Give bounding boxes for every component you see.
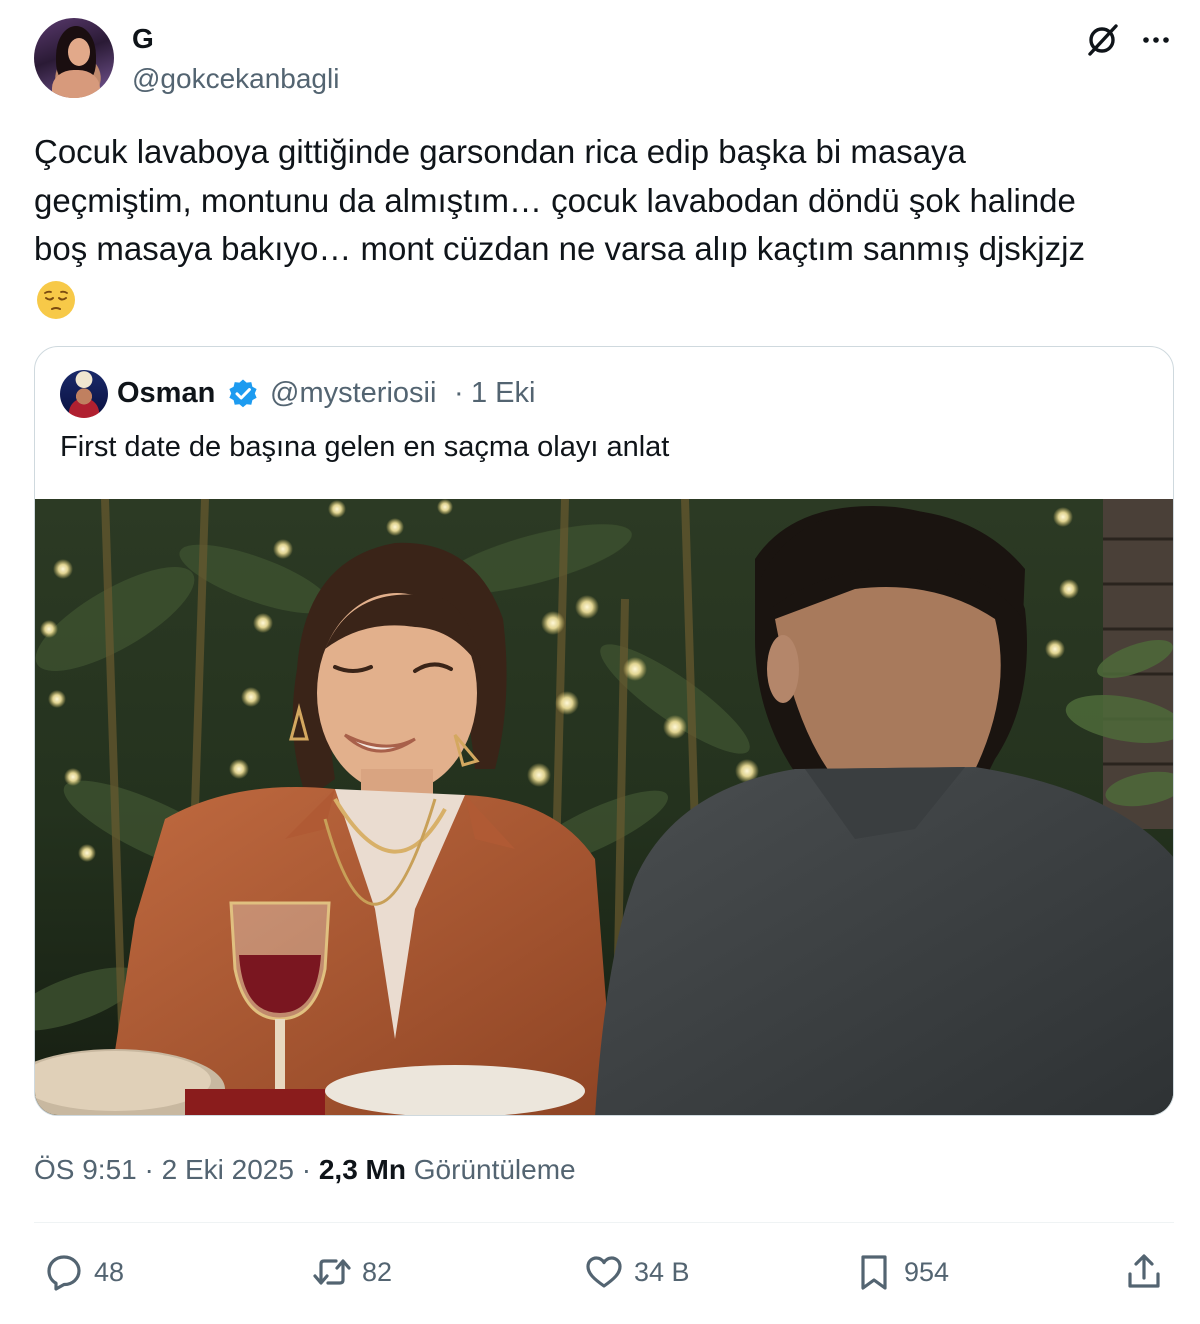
meta-separator: · — [136, 1154, 162, 1185]
meta-separator: · — [293, 1154, 319, 1185]
more-icon[interactable] — [1138, 22, 1174, 58]
pensive-face-emoji — [37, 281, 75, 319]
verified-badge-icon — [229, 379, 257, 408]
tweet-meta: ÖS 9:51 · 2 Eki 2025 · 2,3 Mn Görüntülem… — [34, 1150, 576, 1190]
quoted-author-avatar[interactable] — [60, 370, 108, 418]
tweet-text: Çocuk lavaboya gittiğinde garsondan rica… — [34, 133, 1085, 267]
tweet-date[interactable]: 2 Eki 2025 — [162, 1154, 294, 1185]
avatar-face — [68, 38, 90, 66]
avatar-body — [52, 70, 100, 98]
heart-icon — [586, 1256, 622, 1288]
quoted-date[interactable]: 1 Eki — [471, 375, 535, 411]
bookmark-icon — [861, 1255, 887, 1290]
author-display-name[interactable]: G — [132, 22, 154, 56]
quoted-tweet[interactable]: Osman @mysteriosii · 1 Eki First date de… — [34, 346, 1174, 1116]
bookmark-button[interactable]: 954 — [854, 1250, 949, 1294]
views-count[interactable]: 2,3 Mn — [319, 1154, 406, 1185]
quoted-author-name[interactable]: Osman — [117, 375, 215, 411]
tweet-time[interactable]: ÖS 9:51 — [34, 1154, 137, 1185]
quoted-media-image[interactable] — [35, 499, 1173, 1115]
reply-button[interactable]: 48 — [44, 1250, 124, 1294]
quoted-separator: · — [454, 377, 464, 409]
quoted-author-handle[interactable]: @mysteriosii — [270, 375, 436, 411]
reply-count: 48 — [94, 1256, 125, 1287]
reply-icon — [47, 1255, 81, 1291]
tweet: G @gokcekanbagli Çocuk lavaboya gittiğin… — [0, 0, 1200, 1324]
author-avatar[interactable] — [34, 18, 114, 98]
bookmark-count: 954 — [904, 1256, 950, 1287]
like-count: 34 B — [634, 1256, 690, 1287]
retweet-count: 82 — [362, 1256, 393, 1287]
retweet-button[interactable]: 82 — [312, 1250, 392, 1294]
author-handle[interactable]: @gokcekanbagli — [132, 62, 339, 96]
share-icon — [1128, 1254, 1160, 1288]
quoted-tweet-text: First date de başına gelen en saçma olay… — [60, 431, 670, 463]
share-button[interactable] — [1124, 1250, 1174, 1294]
views-label: Görüntüleme — [405, 1154, 576, 1185]
like-button[interactable]: 34 B — [584, 1250, 690, 1294]
divider — [34, 1222, 1174, 1223]
media-scene — [35, 499, 1173, 1115]
retweet-icon — [313, 1259, 351, 1285]
grok-icon[interactable] — [1084, 22, 1120, 58]
